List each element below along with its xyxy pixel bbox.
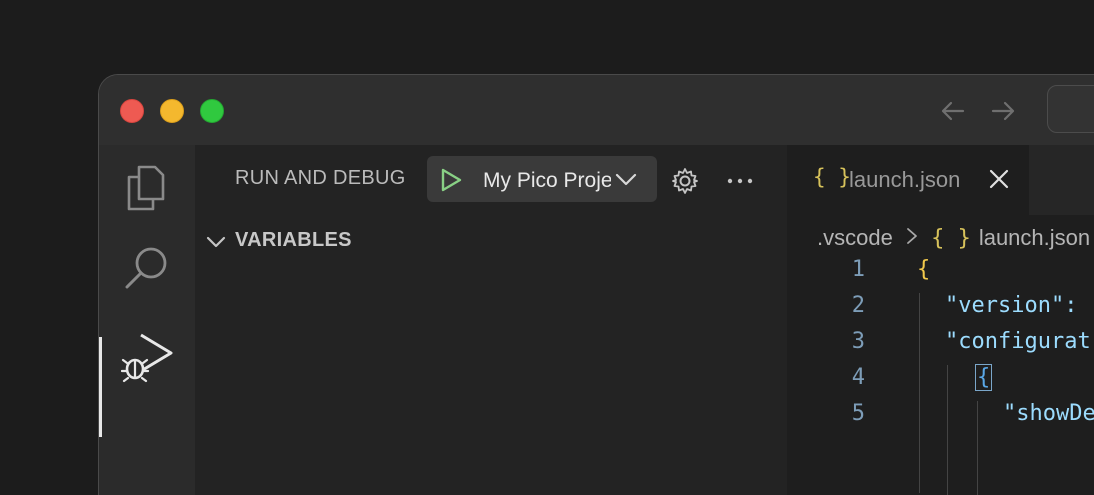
- code-line: 3 "configurat: [787, 329, 1094, 365]
- close-window-button[interactable]: [120, 99, 144, 123]
- debug-config-select[interactable]: My Pico Project: [427, 156, 657, 202]
- arrow-left-icon: [941, 101, 965, 121]
- vscode-window: RUN AND DEBUG My Pico Project: [98, 74, 1094, 495]
- go-forward-button[interactable]: [987, 95, 1019, 127]
- line-text: {: [975, 364, 993, 391]
- breadcrumb-file[interactable]: launch.json: [979, 225, 1090, 250]
- line-text: "showDe: [1003, 401, 1094, 426]
- close-icon[interactable]: [987, 167, 1011, 191]
- code-line: 5 "showDe: [787, 401, 1094, 437]
- line-number: 1: [851, 257, 865, 282]
- zoom-window-button[interactable]: [200, 99, 224, 123]
- line-number: 3: [851, 329, 865, 354]
- breadcrumb-folder[interactable]: .vscode: [817, 225, 893, 250]
- editor-area: { } launch.json .vscode { } launch.json 1…: [787, 145, 1094, 495]
- breadcrumb: .vscode { } launch.json: [817, 225, 1090, 252]
- title-bar: [99, 75, 1094, 145]
- more-actions-button[interactable]: [725, 167, 755, 200]
- ellipsis-icon: [727, 178, 753, 184]
- chevron-down-icon: [615, 173, 637, 186]
- chevron-down-icon: [206, 236, 226, 248]
- variables-section-header[interactable]: VARIABLES: [195, 227, 787, 261]
- line-number: 2: [851, 293, 865, 318]
- line-text: "version":: [945, 293, 1078, 318]
- start-debugging-icon[interactable]: [439, 168, 463, 192]
- line-text: {: [917, 257, 931, 282]
- line-text: "configurat: [945, 329, 1091, 354]
- activity-search[interactable]: [99, 225, 195, 305]
- run-debug-icon: [121, 333, 173, 383]
- line-number: 5: [851, 401, 865, 426]
- tab-launch-json[interactable]: { } launch.json: [787, 145, 1029, 215]
- debug-config-label: My Pico Project: [483, 169, 611, 192]
- variables-section-label: VARIABLES: [235, 229, 352, 251]
- minimize-window-button[interactable]: [160, 99, 184, 123]
- gear-icon: [672, 168, 698, 194]
- line-number: 4: [851, 365, 865, 390]
- go-back-button[interactable]: [937, 95, 969, 127]
- files-icon: [127, 165, 165, 211]
- json-icon: { }: [813, 165, 851, 189]
- editor-tabs: { } launch.json: [787, 145, 1094, 215]
- search-icon: [125, 247, 167, 289]
- arrow-right-icon: [991, 101, 1015, 121]
- chevron-right-icon: [905, 226, 919, 252]
- json-icon: { }: [931, 226, 971, 251]
- open-launch-json-button[interactable]: [671, 167, 699, 200]
- sidebar-title: RUN AND DEBUG: [235, 167, 406, 189]
- code-line: 4 {: [787, 364, 1094, 401]
- activity-explorer[interactable]: [99, 145, 195, 225]
- code-line: 1 {: [787, 257, 1094, 293]
- command-center[interactable]: [1047, 85, 1094, 133]
- tab-label: launch.json: [849, 167, 961, 192]
- activity-bar: [99, 145, 195, 495]
- run-debug-sidebar: RUN AND DEBUG My Pico Project: [195, 145, 787, 495]
- active-view-indicator: [99, 337, 102, 437]
- code-line: 2 "version":: [787, 293, 1094, 329]
- activity-run-and-debug[interactable]: [99, 313, 195, 393]
